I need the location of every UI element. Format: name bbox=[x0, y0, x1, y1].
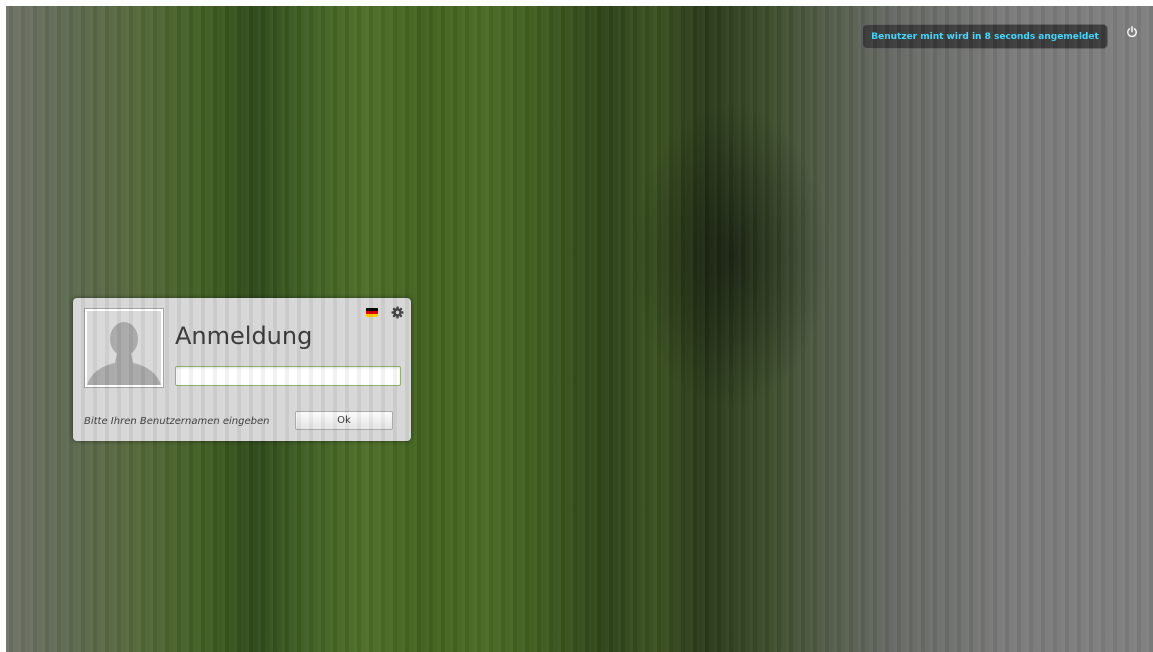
login-screen-background: Benutzer mint wird in 8 seconds angemeld… bbox=[6, 6, 1153, 652]
username-hint: Bitte Ihren Benutzernamen eingeben bbox=[84, 416, 270, 427]
ok-button[interactable]: Ok bbox=[295, 411, 393, 430]
username-input[interactable] bbox=[175, 366, 401, 386]
login-panel: Anmeldung Bitte Ihren Benutzernamen eing… bbox=[73, 298, 411, 441]
power-icon bbox=[1127, 26, 1137, 38]
autologin-message: Benutzer mint wird in 8 seconds angemeld… bbox=[871, 31, 1099, 42]
user-silhouette-icon bbox=[87, 311, 161, 385]
autologin-countdown-badge: Benutzer mint wird in 8 seconds angemeld… bbox=[862, 24, 1108, 49]
gear-icon[interactable] bbox=[391, 306, 404, 319]
power-button[interactable] bbox=[1122, 22, 1142, 42]
german-flag-icon[interactable] bbox=[366, 308, 378, 317]
login-title: Anmeldung bbox=[175, 322, 313, 350]
user-avatar bbox=[84, 308, 164, 388]
